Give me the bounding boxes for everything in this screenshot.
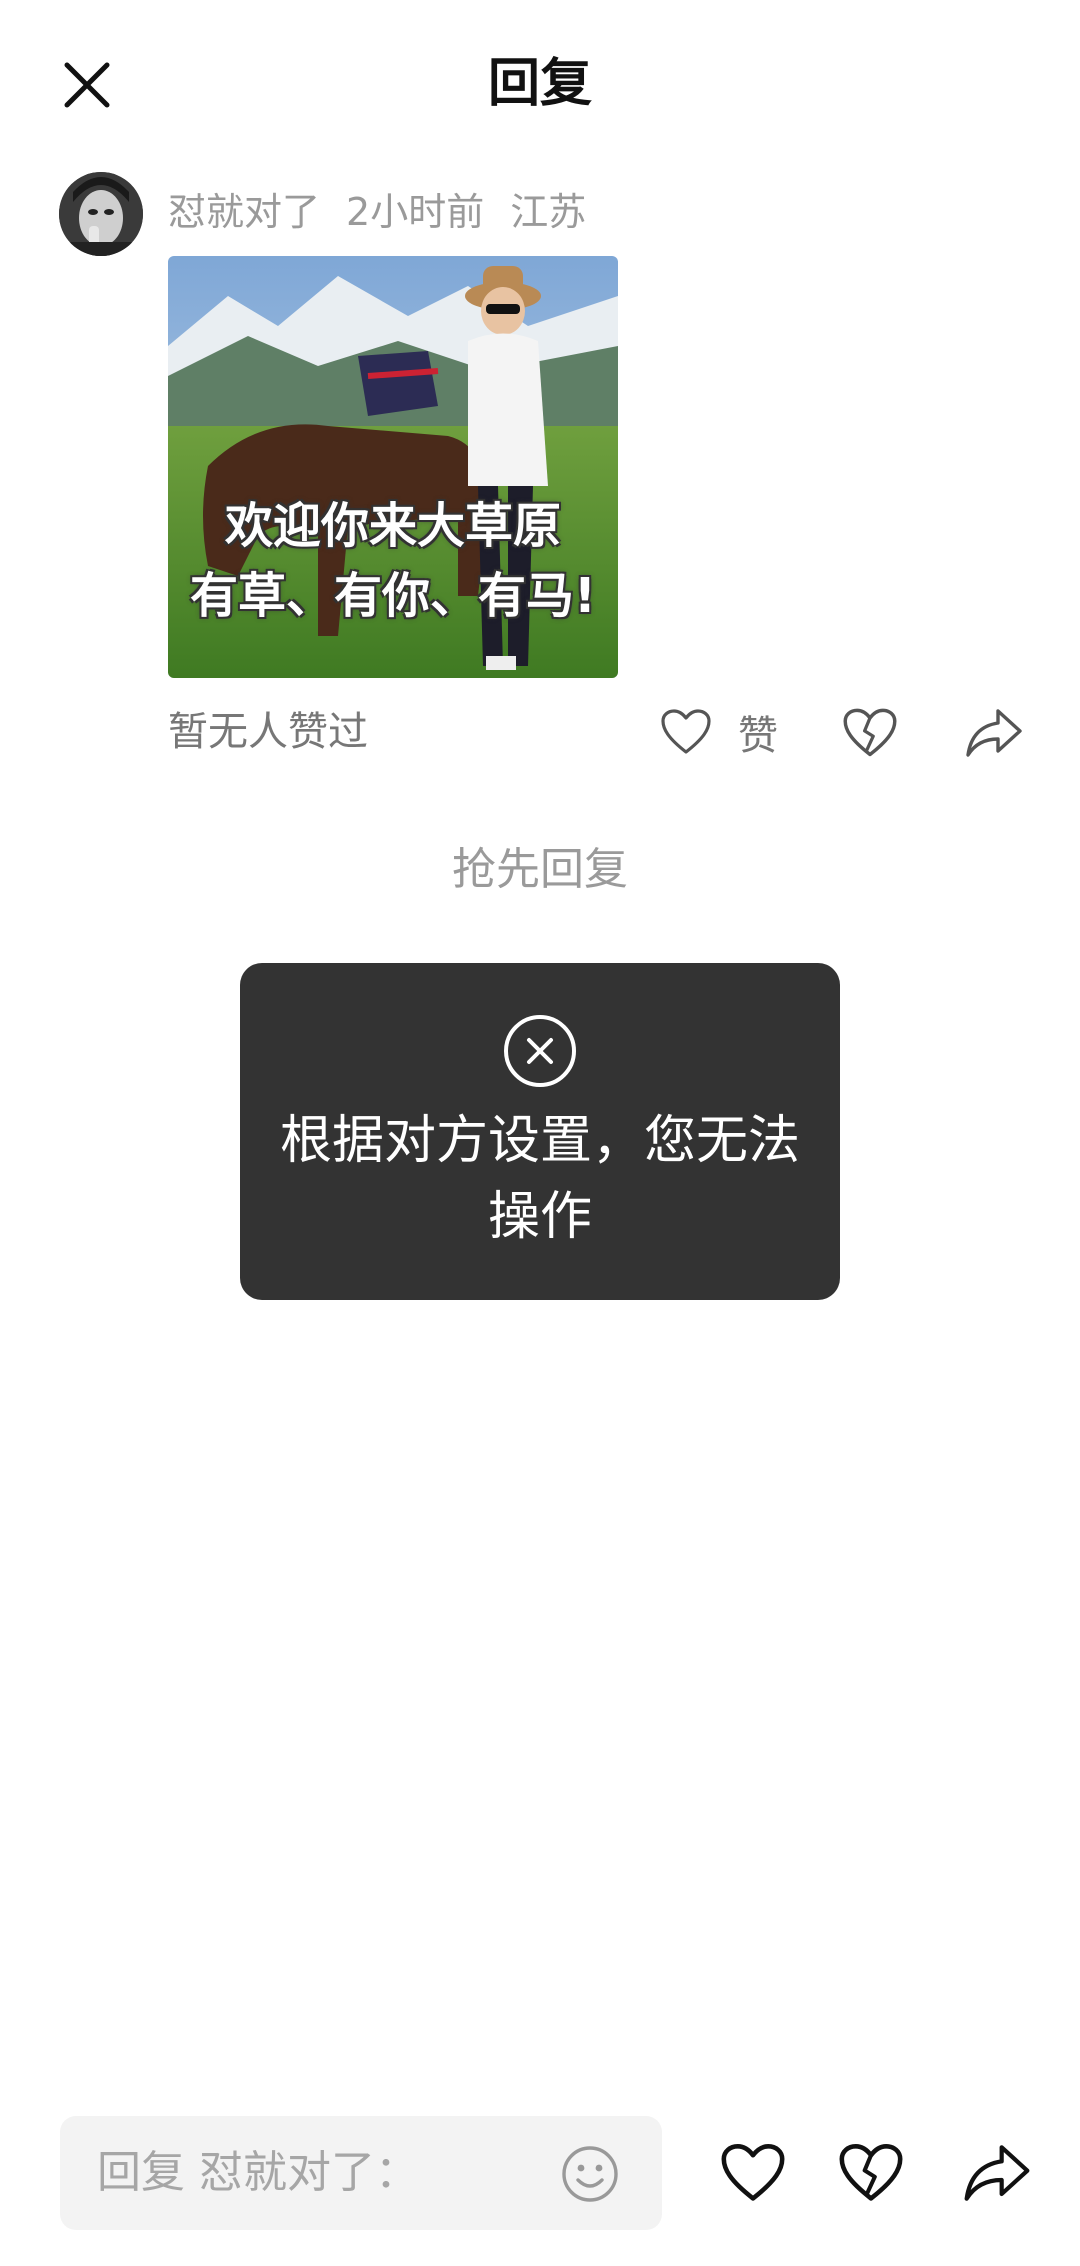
heart-icon[interactable] [720, 2140, 786, 2206]
toast-text: 根据对方设置，您无法操作 [280, 1111, 801, 1247]
page-title: 回复 [487, 54, 592, 114]
comment-location: 江苏 [510, 189, 587, 234]
broken-heart-icon [843, 708, 897, 757]
dislike-button[interactable] [842, 705, 898, 761]
comment-image[interactable]: 欢迎你来大草原 有草、有你、有马! [168, 256, 618, 678]
comment-time: 2小时前 [346, 189, 485, 234]
likes-status: 暂无人赞过 [168, 709, 368, 755]
header: 回复 [0, 0, 1080, 170]
like-label: 赞 [738, 713, 778, 759]
comment-username[interactable]: 怼就对了 [168, 181, 320, 236]
avatar[interactable] [59, 172, 143, 256]
image-caption-line1: 欢迎你来大草原 [224, 498, 561, 554]
reply-input[interactable]: 回复 怼就对了： [60, 2116, 662, 2230]
reply-page: 回复 怼就对了 2小时前 江苏 欢迎你来大草原 有草、有你、有马! 暂无人赞过 … [0, 0, 1080, 2266]
share-button[interactable] [964, 705, 1024, 761]
like-button[interactable]: 赞 [660, 700, 778, 764]
comment-meta: 怼就对了 2小时前 江苏 [168, 180, 612, 236]
share-arrow-icon [966, 709, 1022, 757]
broken-heart-icon[interactable] [838, 2140, 904, 2206]
smile-emoji-icon[interactable] [560, 2144, 620, 2204]
reply-input-placeholder: 回复 怼就对了： [97, 2147, 419, 2198]
circle-x-icon [504, 1015, 576, 1087]
share-arrow-icon[interactable] [962, 2140, 1032, 2206]
heart-icon [661, 709, 711, 754]
image-caption-line2: 有草、有你、有马! [190, 568, 596, 624]
first-reply-prompt[interactable]: 抢先回复 [0, 838, 1080, 902]
toast-message: 根据对方设置，您无法操作 [240, 963, 840, 1300]
